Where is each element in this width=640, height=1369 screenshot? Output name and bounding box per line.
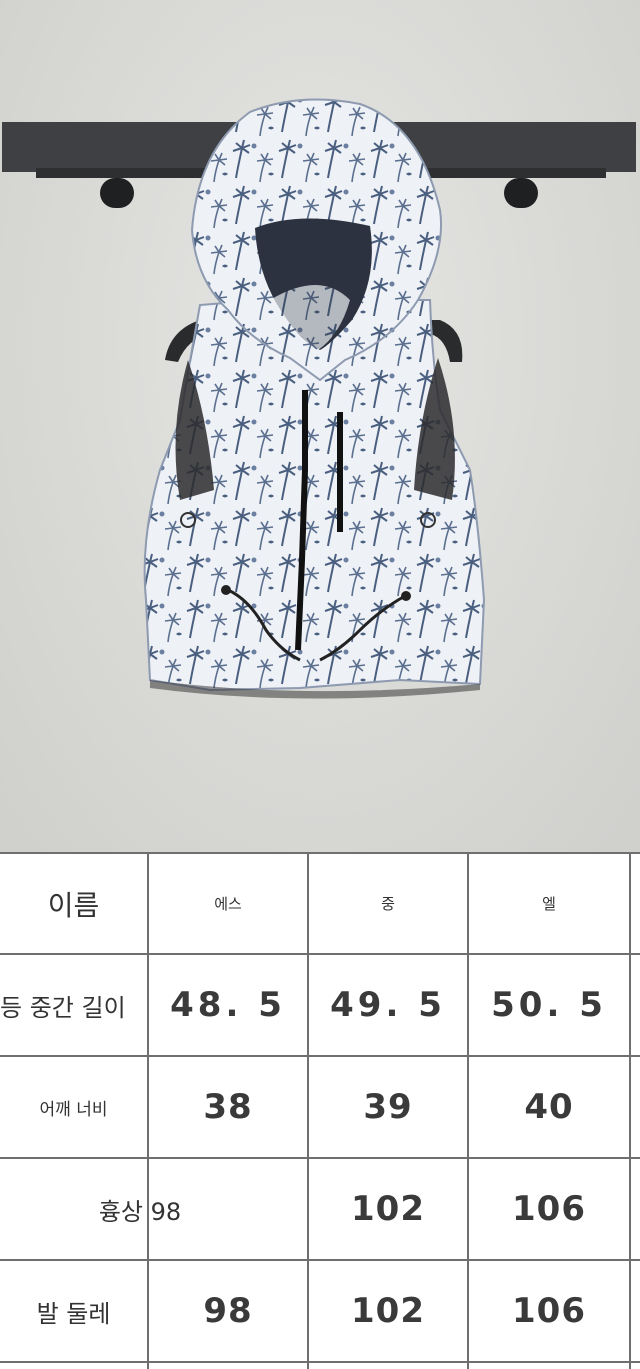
row-label-back-length: 등 중간 길이 [0,993,126,1022]
header-size-l: 엘 [542,895,556,913]
shelf-peg-left [100,178,134,208]
row-value: 102 [351,1291,425,1331]
row-value: 50. 5 [491,985,607,1025]
row-label-hem: 발 둘레 [36,1299,111,1328]
product-photo [0,0,640,852]
row-value: 98 [203,1291,253,1331]
row-value: 40 [524,1087,574,1127]
chest-zipper [337,412,343,532]
row-value: 102 [351,1189,425,1229]
row-value: 106 [512,1189,586,1229]
row-value: 38 [203,1087,253,1127]
vest-illustration [2,98,636,699]
shelf-peg-right [504,178,538,208]
row-value: 39 [363,1087,413,1127]
row-label-shoulder-width: 어깨 너비 [39,1099,108,1120]
header-size-s: 에스 [214,895,242,913]
row-value: 48. 5 [170,985,286,1025]
row-value: 49. 5 [330,985,446,1025]
size-table: 이름 에스 중 엘 등 중간 길이 48. 5 49. 5 50. 5 어깨 너… [0,852,640,1369]
header-size-m: 중 [381,895,395,913]
header-label: 이름 [47,888,100,922]
row-label-bust: 흉상 98 [98,1197,182,1226]
row-value: 106 [512,1291,586,1331]
